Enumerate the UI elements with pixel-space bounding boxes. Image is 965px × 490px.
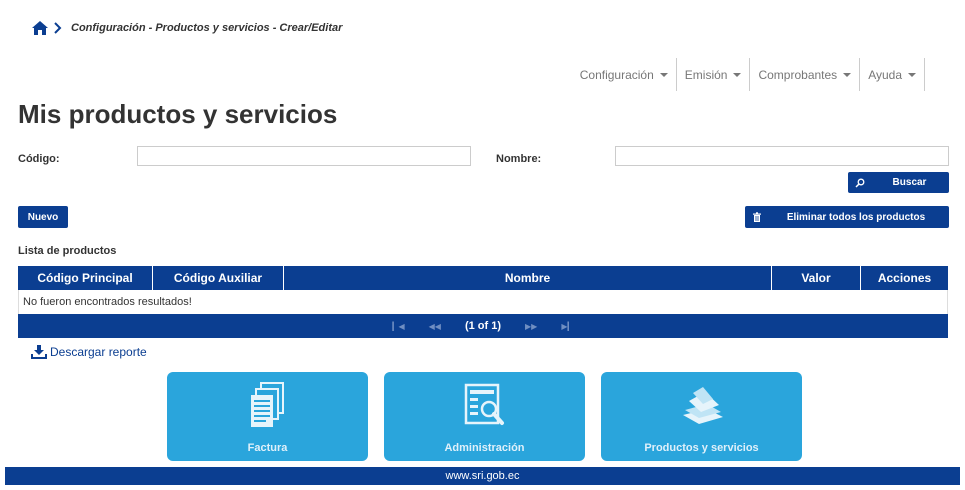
paginator: ▎◀ ◀◀ (1 of 1) ▶▶ ▶▎ [18, 314, 948, 338]
papers-stack-icon [682, 387, 723, 424]
nav-comprobantes[interactable]: Comprobantes [750, 58, 861, 91]
chevron-right-icon [54, 22, 62, 34]
prev-page-icon[interactable]: ◀◀ [429, 322, 441, 331]
caret-down-icon [733, 72, 742, 77]
nombre-label: Nombre: [496, 153, 542, 165]
buscar-label: Buscar [892, 177, 927, 188]
download-icon [31, 345, 47, 359]
next-page-icon[interactable]: ▶▶ [525, 322, 537, 331]
lista-productos-label: Lista de productos [18, 245, 117, 257]
nuevo-label: Nuevo [27, 211, 59, 223]
search-document-icon [464, 383, 504, 425]
tile-productos-servicios[interactable]: Productos y servicios [601, 372, 802, 461]
empty-message: No fueron encontrados resultados! [23, 296, 192, 308]
descargar-reporte-label: Descargar reporte [50, 345, 147, 359]
eliminar-todos-button[interactable]: Eliminar todos los productos [745, 206, 949, 228]
nav-label: Configuración [579, 67, 654, 82]
trash-icon [753, 212, 761, 222]
eliminar-todos-label: Eliminar todos los productos [786, 211, 926, 223]
col-codigo-principal[interactable]: Código Principal [18, 266, 153, 290]
tile-administracion[interactable]: Administración [384, 372, 585, 461]
first-page-icon[interactable]: ▎◀ [392, 322, 404, 331]
page-title: Mis productos y servicios [18, 99, 338, 129]
table-header: Código Principal Código Auxiliar Nombre … [18, 266, 948, 290]
col-acciones[interactable]: Acciones [861, 266, 948, 290]
col-valor[interactable]: Valor [772, 266, 861, 290]
search-icon [855, 178, 865, 188]
descargar-reporte-link[interactable]: Descargar reporte [31, 345, 147, 359]
codigo-label: Código: [18, 153, 60, 165]
col-nombre[interactable]: Nombre [284, 266, 772, 290]
buscar-button[interactable]: Buscar [848, 172, 949, 193]
nav-label: Emisión [684, 67, 728, 82]
page-indicator: (1 of 1) [464, 320, 502, 332]
footer-link[interactable]: www.sri.gob.ec [446, 470, 520, 482]
breadcrumb-text: Configuración - Productos y servicios - … [71, 22, 343, 34]
last-page-icon[interactable]: ▶▎ [561, 322, 573, 331]
nav-configuracion[interactable]: Configuración [572, 58, 677, 91]
nav-label: Comprobantes [758, 67, 838, 82]
top-navigation: Configuración Emisión Comprobantes Ayuda [572, 58, 925, 91]
documents-icon [250, 382, 284, 427]
productos-table: Código Principal Código Auxiliar Nombre … [18, 266, 948, 338]
nav-ayuda[interactable]: Ayuda [860, 58, 925, 91]
nombre-input[interactable] [615, 146, 949, 166]
codigo-input[interactable] [137, 146, 471, 166]
nuevo-button[interactable]: Nuevo [18, 206, 68, 228]
home-icon[interactable] [31, 20, 49, 36]
nav-emision[interactable]: Emisión [677, 58, 751, 91]
tile-label: Productos y servicios [644, 442, 759, 454]
nav-label: Ayuda [868, 67, 902, 82]
col-codigo-auxiliar[interactable]: Código Auxiliar [153, 266, 284, 290]
breadcrumb: Configuración - Productos y servicios - … [31, 20, 342, 36]
table-empty-row: No fueron encontrados resultados! [18, 290, 948, 314]
caret-down-icon [843, 72, 852, 77]
footer: www.sri.gob.ec [5, 467, 960, 485]
tile-label: Administración [444, 442, 525, 454]
tile-label: Factura [247, 442, 288, 454]
caret-down-icon [659, 72, 668, 77]
tile-factura[interactable]: Factura [167, 372, 368, 461]
caret-down-icon [908, 72, 916, 77]
